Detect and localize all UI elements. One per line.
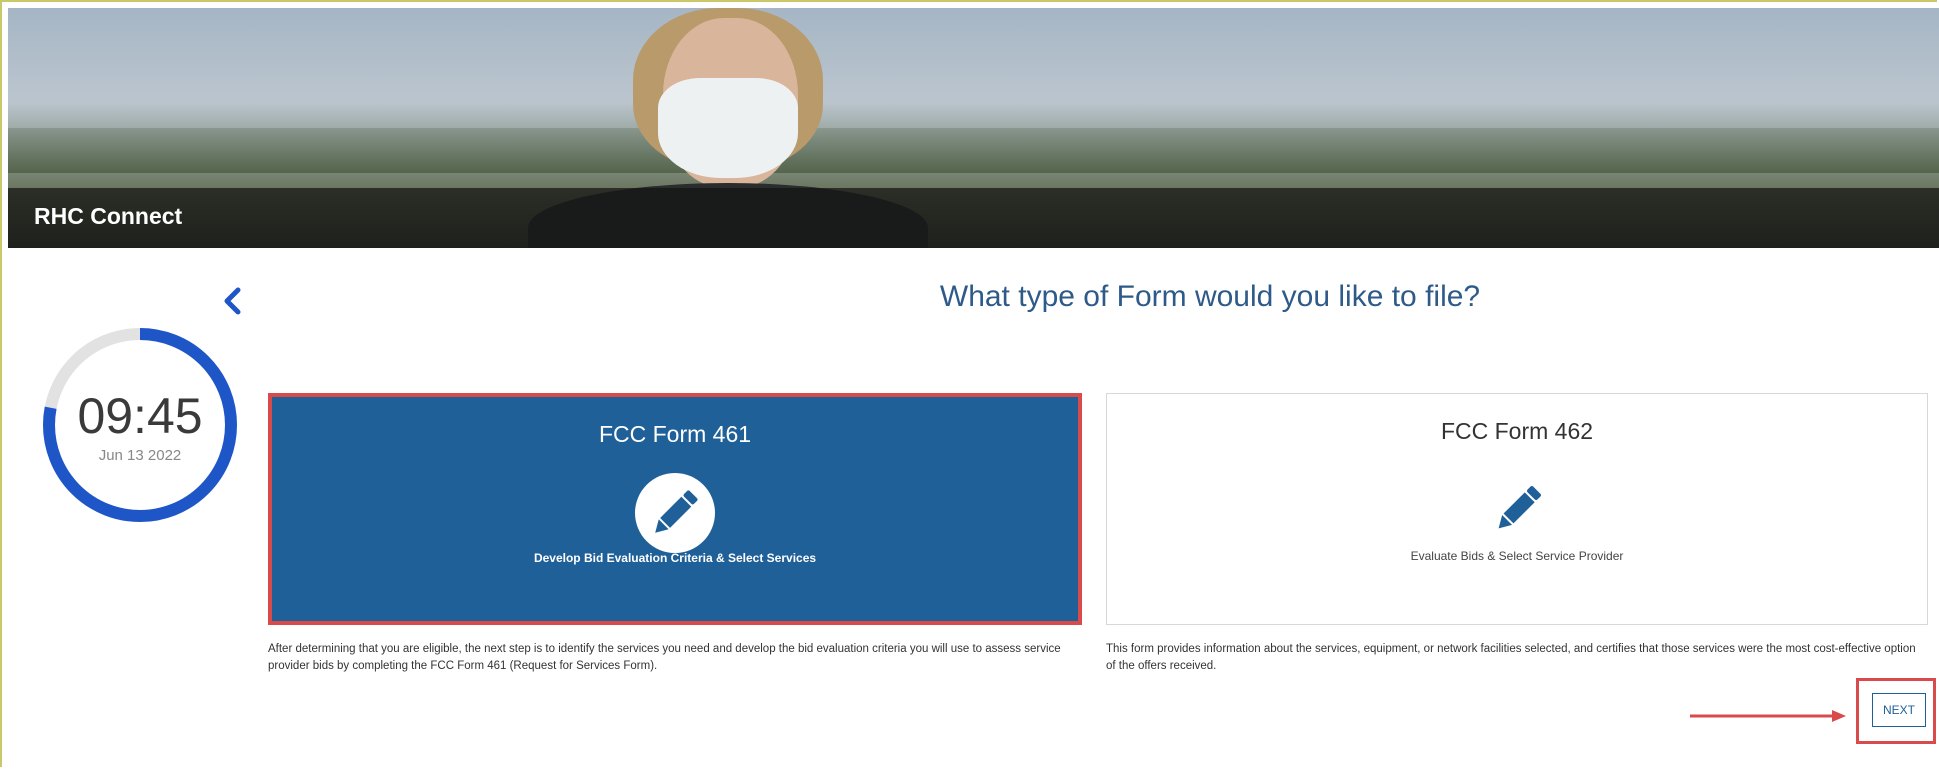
pencil-icon bbox=[1498, 486, 1541, 529]
pencil-icon-circle bbox=[635, 473, 715, 553]
hero-background-trees bbox=[8, 103, 1939, 173]
form-462-description: This form provides information about the… bbox=[1106, 643, 1916, 672]
card-title: FCC Form 462 bbox=[1440, 418, 1594, 444]
pencil-icon-wrap bbox=[1477, 470, 1557, 550]
timer-time: 09:45 bbox=[77, 388, 203, 444]
card-subtitle: Develop Bid Evaluation Criteria & Select… bbox=[533, 551, 817, 565]
form-462-card[interactable]: FCC Form 462 Evaluate Bids & Select Serv… bbox=[1106, 393, 1928, 625]
back-button[interactable] bbox=[218, 284, 248, 318]
hero-title-bar: RHC Connect bbox=[8, 188, 1939, 248]
hero-banner: RHC Connect bbox=[8, 8, 1939, 248]
card-subtitle: Evaluate Bids & Select Service Provider bbox=[1410, 549, 1624, 563]
form-461-card[interactable]: FCC Form 461 Develop Bid Evaluation Crit… bbox=[268, 393, 1082, 625]
page-question: What type of Form would you like to file… bbox=[939, 280, 1481, 313]
session-timer: 09:45 Jun 13 2022 bbox=[40, 325, 240, 525]
pencil-icon bbox=[655, 490, 698, 533]
next-button[interactable]: NEXT bbox=[1872, 693, 1926, 727]
app-title: RHC Connect bbox=[34, 203, 183, 229]
hero-person-mask bbox=[658, 78, 798, 178]
timer-date: Jun 13 2022 bbox=[98, 447, 182, 464]
chevron-left-icon bbox=[224, 287, 241, 315]
card-title: FCC Form 461 bbox=[598, 421, 752, 447]
form-461-description: After determining that you are eligible,… bbox=[268, 643, 1061, 672]
pointer-arrow bbox=[1690, 710, 1846, 722]
